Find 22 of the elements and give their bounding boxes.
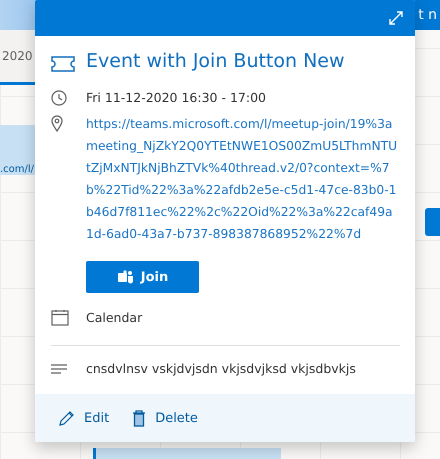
trash-icon: [131, 409, 148, 427]
people-icon: [116, 270, 134, 284]
meeting-link[interactable]: https://teams.microsoft.com/l/meetup-join/19%3ameeting_NjZkY2Q0YTEtNWE1OS00ZmU5LThmNTUtZjMxNTJkNjBhZTVk%40thread.v2/0?context=%7b%22Tid%22%3a%22afdb2e5e-c5d1-47ce-83b0-1b46d7f811ec%22%2c%22Oid%22%3a%22caf49a1d-6ad0-43a7-b737-898387868952%22%7d: [86, 113, 400, 245]
notes-icon: [51, 364, 68, 374]
calendar-name: Calendar: [86, 309, 142, 327]
event-text: .com/l/: [0, 164, 34, 175]
header-text: t n: [418, 7, 437, 23]
calendar-event[interactable]: [425, 208, 440, 236]
expand-icon[interactable]: [389, 11, 403, 25]
location-pin-icon: [51, 115, 63, 132]
calendar-icon: [51, 309, 69, 326]
delete-button[interactable]: Delete: [131, 409, 198, 427]
pencil-icon: [58, 409, 76, 427]
event-time: Fri 11-12-2020 16:30 - 17:00: [86, 89, 266, 107]
calendar-event[interactable]: [93, 448, 281, 459]
event-description: cnsdvlnsv vskjdvjsdn vkjsdvjksd vkjsdbvkjs: [86, 360, 356, 378]
date-label: 2020: [1, 49, 33, 63]
event-title: Event with Join Button New: [86, 50, 345, 72]
join-button[interactable]: Join: [86, 261, 199, 293]
ticket-icon: [51, 56, 75, 72]
clock-icon: [51, 90, 67, 106]
edit-button[interactable]: Edit: [58, 409, 110, 427]
